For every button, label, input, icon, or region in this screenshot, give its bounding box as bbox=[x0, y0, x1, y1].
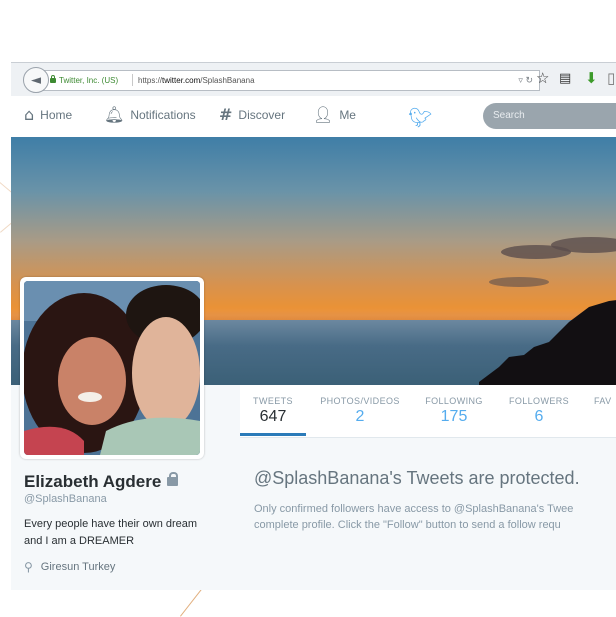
profile-bio: Every people have their own dream and I … bbox=[24, 518, 198, 547]
cliff-silhouette bbox=[479, 300, 616, 385]
location-pin-icon: ⚲ bbox=[24, 560, 33, 574]
twitter-bird-icon[interactable]: 🐦︎ bbox=[408, 106, 432, 129]
stat-label: FOLLOWING bbox=[425, 396, 483, 406]
nav-home-label: Home bbox=[40, 108, 73, 122]
search-placeholder: Search bbox=[493, 110, 525, 121]
stat-value: 2 bbox=[355, 408, 365, 425]
protected-lock-icon bbox=[167, 472, 179, 486]
url-prefix: https:// bbox=[138, 76, 163, 85]
address-bar[interactable]: Twitter, Inc. (US) https://twitter.com/S… bbox=[42, 70, 540, 91]
profile-handle[interactable]: @SplashBanana bbox=[24, 493, 107, 505]
stat-value: 6 bbox=[534, 408, 544, 425]
stat-tweets[interactable]: TWEETS 647 bbox=[240, 396, 306, 426]
avatar-photo bbox=[24, 281, 200, 455]
profile-stats-bar: TWEETS 647 PHOTOS/VIDEOS 2 FOLLOWING 175… bbox=[240, 385, 616, 438]
nav-notifications[interactable]: 🔔︎ Notifications bbox=[104, 107, 196, 123]
home-icon: ⌂ bbox=[24, 105, 35, 124]
stat-label: TWEETS bbox=[253, 396, 293, 406]
protected-message: Only confirmed followers have access to … bbox=[254, 501, 616, 533]
protected-line-1: Only confirmed followers have access to … bbox=[254, 503, 574, 515]
nav-home[interactable]: ⌂ Home bbox=[24, 107, 72, 123]
avatar[interactable] bbox=[24, 281, 200, 455]
cloud bbox=[489, 277, 549, 287]
active-tab-underline bbox=[240, 433, 306, 436]
stat-value: 175 bbox=[440, 408, 468, 425]
hashtag-icon: # bbox=[219, 105, 233, 124]
reload-icon[interactable]: ↻ bbox=[525, 75, 533, 85]
protected-title: @SplashBanana's Tweets are protected. bbox=[254, 468, 580, 488]
url-text: https://twitter.com/SplashBanana bbox=[138, 71, 255, 90]
profile-location: ⚲ Giresun Turkey bbox=[24, 560, 115, 574]
nav-notifications-label: Notifications bbox=[130, 108, 196, 122]
search-input[interactable]: Search bbox=[483, 103, 616, 129]
protected-panel: @SplashBanana's Tweets are protected. On… bbox=[240, 438, 616, 590]
stat-label: FAV bbox=[594, 396, 612, 406]
url-path: /SplashBanana bbox=[200, 76, 255, 85]
toolbar-overflow-icon[interactable]: ▯ bbox=[607, 69, 615, 87]
stat-label: FOLLOWERS bbox=[508, 396, 570, 406]
url-separator bbox=[132, 74, 133, 86]
reading-list-icon[interactable]: ▤ bbox=[559, 71, 571, 86]
ssl-label: Twitter, Inc. (US) bbox=[59, 76, 119, 85]
ssl-identity[interactable]: Twitter, Inc. (US) bbox=[50, 71, 118, 90]
stat-label: PHOTOS/VIDEOS bbox=[320, 396, 400, 406]
download-icon[interactable]: ⬇ bbox=[585, 69, 598, 87]
stat-photos-videos[interactable]: PHOTOS/VIDEOS 2 bbox=[318, 396, 402, 426]
stat-favorites[interactable]: FAV bbox=[594, 396, 616, 408]
bookmark-star-icon[interactable]: ☆ bbox=[536, 69, 549, 87]
ssl-lock-icon bbox=[50, 75, 56, 83]
stat-value: 647 bbox=[259, 408, 287, 425]
bell-icon: 🔔︎ bbox=[104, 105, 125, 124]
back-arrow-icon: ◄ bbox=[31, 72, 41, 88]
url-bar-icons: ▿ ↻ bbox=[518, 71, 533, 90]
profile-name-text: Elizabeth Agdere bbox=[24, 472, 162, 491]
stat-followers[interactable]: FOLLOWERS 6 bbox=[506, 396, 572, 426]
protected-line-2: complete profile. Click the "Follow" but… bbox=[254, 519, 561, 531]
nav-discover-label: Discover bbox=[238, 108, 286, 122]
stat-following[interactable]: FOLLOWING 175 bbox=[422, 396, 486, 426]
person-icon: 👤︎ bbox=[313, 105, 334, 124]
nav-discover[interactable]: # Discover bbox=[219, 107, 285, 123]
profile-location-text: Giresun Turkey bbox=[40, 561, 116, 573]
twitter-top-nav: ⌂ Home 🔔︎ Notifications # Discover 👤︎ Me… bbox=[11, 96, 616, 138]
back-button[interactable]: ◄ bbox=[23, 67, 49, 93]
dropdown-icon[interactable]: ▿ bbox=[518, 75, 523, 85]
nav-me-label: Me bbox=[339, 108, 356, 122]
profile-name: Elizabeth Agdere bbox=[24, 472, 179, 492]
browser-toolbar: Twitter, Inc. (US) https://twitter.com/S… bbox=[11, 62, 616, 97]
avatar-frame bbox=[20, 277, 204, 459]
nav-me[interactable]: 👤︎ Me bbox=[313, 107, 356, 123]
url-domain: twitter.com bbox=[162, 76, 201, 85]
